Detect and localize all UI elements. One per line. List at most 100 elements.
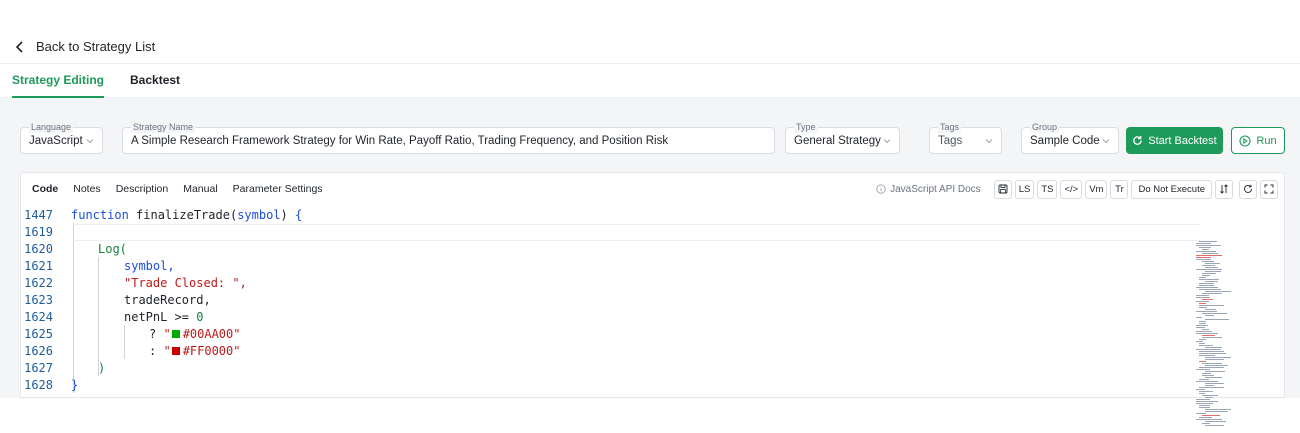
back-to-strategy-list-link[interactable]: Back to Strategy List (14, 39, 155, 54)
minimap-line (1199, 355, 1215, 356)
group-label: Group (1030, 121, 1060, 133)
minimap-line (1196, 317, 1202, 318)
minimap-line (1196, 255, 1222, 256)
top-bar: Back to Strategy List (0, 30, 1300, 64)
strategy-name-input[interactable]: Strategy Name A Simple Research Framewor… (122, 121, 775, 154)
minimap-line (1202, 249, 1209, 250)
minimap-line (1199, 361, 1206, 362)
minimap-line (1199, 379, 1209, 380)
chevron-down-icon (883, 139, 891, 144)
minimap-line (1196, 333, 1218, 334)
ls-button[interactable]: LS (1014, 179, 1035, 199)
minimap-line (1196, 381, 1218, 382)
minimap-line (1205, 411, 1228, 412)
chevron-down-icon (985, 139, 993, 144)
line-number: 1619 (24, 224, 53, 239)
minimap-line (1199, 323, 1206, 324)
code-text: function (71, 207, 137, 222)
type-label: Type (794, 121, 818, 133)
docs-label: JavaScript API Docs (890, 183, 981, 195)
code-text: } (71, 377, 79, 392)
minimap-line (1205, 365, 1228, 366)
line-number: 1624 (24, 309, 53, 324)
tr-button[interactable]: Tr (1110, 179, 1129, 199)
minimap-line (1196, 301, 1209, 302)
minimap-line (1199, 405, 1210, 406)
line-number: 1622 (24, 275, 53, 290)
minimap-line (1196, 243, 1211, 244)
tab-parameter-settings[interactable]: Parameter Settings (233, 183, 323, 195)
code-text: { (295, 207, 303, 222)
minimap-line (1196, 369, 1210, 370)
tab-manual[interactable]: Manual (183, 183, 217, 195)
minimap-line (1196, 287, 1218, 288)
minimap-line (1199, 285, 1214, 286)
reload-icon (1244, 184, 1252, 193)
minimap-line (1199, 321, 1206, 322)
tab-strategy-editing[interactable]: Strategy Editing (12, 63, 105, 98)
minimap-line (1196, 403, 1213, 404)
minimap-line (1196, 341, 1203, 342)
minimap-line (1199, 351, 1224, 352)
minimap-line (1196, 399, 1210, 400)
minimap-line (1196, 259, 1211, 260)
current-line-highlight (73, 224, 1201, 241)
ts-button[interactable]: TS (1037, 179, 1058, 199)
minimap-line (1199, 343, 1205, 344)
code-text: ) (98, 360, 106, 375)
code-line: 1626: " #FF0000 " (21, 342, 240, 359)
fullscreen-button[interactable] (1260, 179, 1278, 199)
minimap-line (1205, 371, 1225, 372)
chevron-left-icon (15, 40, 23, 53)
minimap-line (1202, 299, 1213, 300)
minimap-line (1199, 241, 1217, 242)
execution-mode-select[interactable]: Do Not Execute (1131, 179, 1212, 199)
minimap-line (1202, 329, 1209, 330)
minimap-line (1196, 251, 1216, 252)
group-value: Sample Code (1030, 134, 1100, 147)
minimap-line (1202, 375, 1214, 376)
tab-backtest[interactable]: Backtest (130, 63, 180, 97)
line-number: 1626 (24, 343, 53, 358)
run-button[interactable]: Run (1231, 127, 1285, 154)
minimap-line (1196, 311, 1217, 312)
minimap-line (1205, 397, 1213, 398)
save-button[interactable] (993, 179, 1012, 199)
group-select[interactable]: Group Sample Code (1021, 121, 1119, 154)
minimap-line (1205, 281, 1218, 282)
tab-notes[interactable]: Notes (73, 183, 100, 195)
minimap-line (1205, 263, 1220, 264)
minimap-line (1202, 293, 1222, 294)
tab-code[interactable]: Code (32, 183, 58, 195)
javascript-api-docs-link[interactable]: JavaScript API Docs (876, 184, 981, 195)
minimap-line (1196, 413, 1206, 414)
line-number: 1447 (24, 207, 53, 222)
expand-icon (1264, 184, 1274, 194)
code-line: 1625? " #00AA00 " (21, 325, 240, 342)
tags-select[interactable]: Tags Tags (929, 121, 1002, 154)
reload-button[interactable] (1239, 179, 1257, 199)
language-select[interactable]: Language JavaScript (20, 121, 103, 154)
minimap-line (1196, 257, 1211, 258)
chevron-down-icon (86, 139, 94, 144)
minimap-line (1202, 335, 1215, 336)
code-text: symbol (237, 207, 281, 222)
code-view-button[interactable]: </> (1060, 179, 1083, 199)
tab-description[interactable]: Description (116, 183, 169, 195)
code-area[interactable]: 1447 function finalizeTrade(symbol) { 161… (21, 206, 1284, 426)
line-number: 1627 (24, 360, 53, 375)
code-text: " (163, 343, 171, 358)
code-minimap[interactable] (1194, 239, 1274, 432)
code-text: #00AA00 (182, 326, 234, 341)
tags-placeholder: Tags (938, 134, 963, 147)
minimap-line (1196, 401, 1218, 402)
sort-icon (1220, 184, 1228, 194)
minimap-line (1205, 409, 1231, 410)
start-backtest-button[interactable]: Start Backtest (1126, 127, 1223, 154)
line-number: 1628 (24, 377, 53, 392)
type-select[interactable]: Type General Strategy (785, 121, 900, 154)
sort-button[interactable] (1215, 179, 1233, 199)
code-line: 1447 function finalizeTrade(symbol) { (21, 206, 302, 223)
minimap-line (1205, 309, 1216, 310)
vm-button[interactable]: Vm (1085, 179, 1108, 199)
